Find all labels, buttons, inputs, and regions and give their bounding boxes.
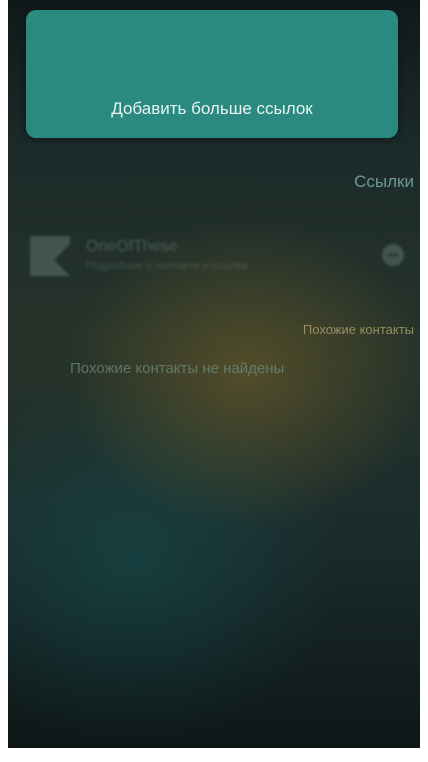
similar-contacts-empty-message: Похожие контакты не найдены: [70, 360, 285, 377]
add-more-links-label: Добавить больше ссылок: [111, 99, 313, 118]
link-app-icon: [30, 236, 70, 276]
link-item-title: OneOfThese: [86, 238, 178, 255]
links-section-title: Ссылки: [354, 172, 414, 191]
link-item[interactable]: OneOfThese Подробнее о контакте и ссылке: [26, 232, 408, 284]
add-more-links-button[interactable]: Добавить больше ссылок: [26, 10, 398, 138]
app-screen: Добавить больше ссылок Ссылки OneOfThese…: [8, 0, 420, 748]
similar-contacts-title: Похожие контакты: [302, 322, 414, 337]
remove-link-icon[interactable]: [382, 244, 404, 266]
link-item-subtitle: Подробнее о контакте и ссылке: [86, 260, 249, 272]
